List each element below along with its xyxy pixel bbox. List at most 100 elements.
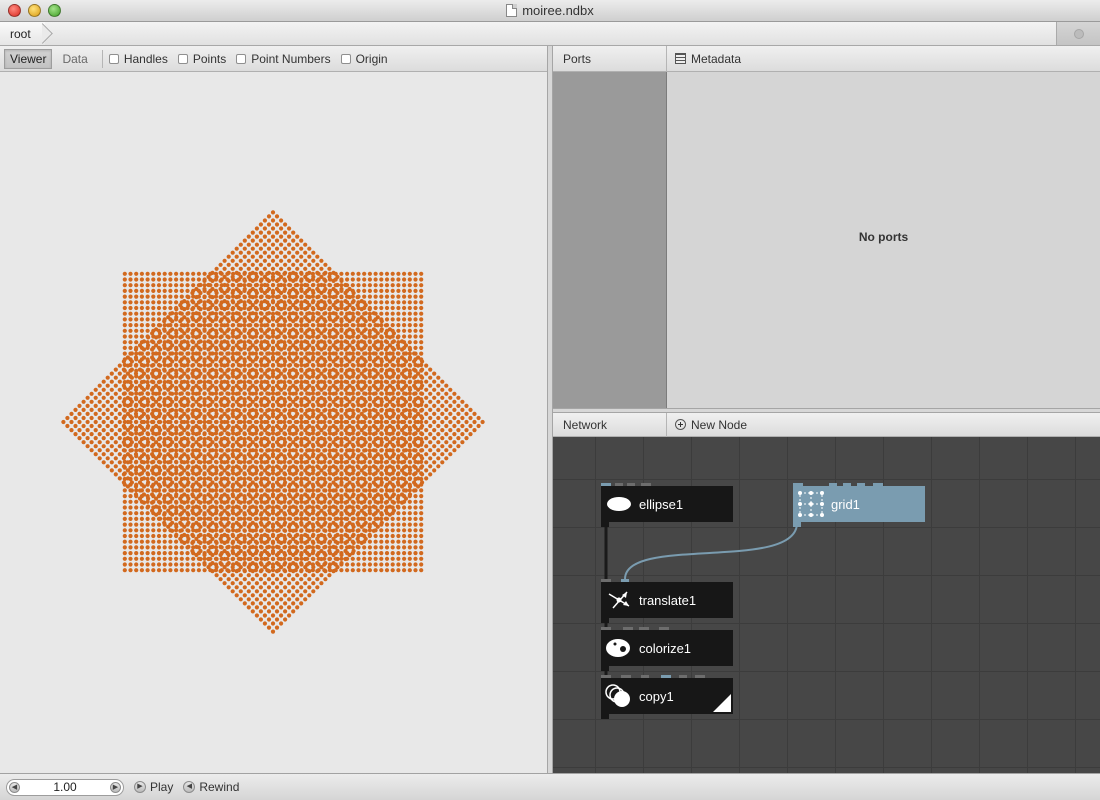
point: [248, 345, 253, 350]
point: [316, 305, 321, 311]
point: [303, 524, 308, 529]
point: [327, 516, 332, 521]
point: [162, 520, 167, 525]
point: [242, 300, 247, 305]
point: [145, 340, 150, 345]
point: [288, 311, 293, 316]
point: [248, 380, 253, 385]
point: [350, 311, 355, 316]
point: [319, 508, 324, 513]
origin-checkbox[interactable]: Origin: [340, 52, 388, 66]
point: [367, 459, 372, 464]
point: [345, 397, 350, 402]
point: [166, 419, 171, 425]
tab-viewer[interactable]: Viewer: [4, 48, 53, 69]
point: [150, 460, 155, 465]
point: [253, 328, 258, 333]
point: [145, 311, 150, 316]
point: [222, 548, 227, 554]
point: [270, 414, 276, 419]
point-numbers-checkbox[interactable]: Point Numbers: [236, 52, 331, 66]
point: [270, 266, 276, 271]
point: [345, 414, 350, 419]
point: [339, 374, 344, 379]
point: [190, 460, 195, 465]
point: [198, 428, 203, 433]
point: [122, 528, 127, 533]
point: [219, 340, 224, 345]
point: [168, 368, 173, 373]
point: [213, 288, 219, 293]
close-window-button[interactable]: [8, 4, 21, 17]
point: [259, 283, 264, 288]
point: [186, 448, 191, 453]
point: [141, 484, 147, 489]
point: [225, 317, 230, 322]
point: [137, 391, 143, 396]
point: [225, 311, 230, 316]
point: [299, 368, 304, 373]
point: [242, 440, 247, 445]
point: [162, 357, 167, 362]
point: [356, 454, 361, 459]
point: [254, 476, 259, 481]
point: [178, 504, 183, 509]
zoom-window-button[interactable]: [48, 4, 61, 17]
point: [327, 294, 333, 299]
point: [274, 504, 280, 509]
point: [139, 505, 144, 510]
point: [287, 468, 292, 473]
point: [253, 300, 258, 305]
point: [168, 539, 173, 544]
point: [283, 561, 288, 566]
point: [279, 218, 284, 223]
point: [168, 345, 173, 350]
point: [185, 380, 190, 385]
point: [113, 440, 118, 445]
point: [234, 423, 239, 429]
point: [356, 419, 361, 425]
breadcrumb-root[interactable]: root: [0, 22, 45, 45]
point: [291, 561, 296, 566]
point: [242, 288, 247, 293]
minimize-window-button[interactable]: [28, 4, 41, 17]
point: [331, 504, 336, 509]
tab-data[interactable]: Data: [52, 49, 97, 69]
point: [248, 311, 253, 316]
viewer-canvas[interactable]: [0, 72, 547, 773]
point: [339, 345, 344, 350]
point: [214, 444, 219, 449]
point: [367, 380, 372, 385]
point: [327, 500, 332, 505]
point: [295, 468, 300, 473]
point: [234, 456, 239, 461]
point: [303, 548, 308, 554]
point: [158, 379, 163, 384]
point: [310, 311, 315, 316]
point: [242, 380, 247, 385]
point: [218, 440, 223, 445]
point: [105, 456, 110, 461]
points-checkbox[interactable]: Points: [177, 52, 226, 66]
point: [218, 512, 223, 517]
point: [288, 294, 293, 299]
point: [206, 532, 211, 537]
point: [146, 488, 151, 493]
point: [266, 496, 272, 501]
point: [371, 480, 376, 485]
point: [191, 345, 196, 350]
point: [327, 460, 332, 465]
point: [379, 414, 384, 419]
handles-checkbox[interactable]: Handles: [108, 52, 168, 66]
point: [316, 419, 321, 425]
point: [168, 340, 173, 345]
point: [262, 581, 267, 586]
point: [69, 428, 74, 433]
point: [384, 397, 390, 402]
point: [93, 452, 98, 457]
point: [202, 311, 207, 316]
point: [307, 488, 312, 493]
point: [307, 456, 312, 461]
point: [276, 402, 281, 407]
point: [121, 432, 126, 437]
